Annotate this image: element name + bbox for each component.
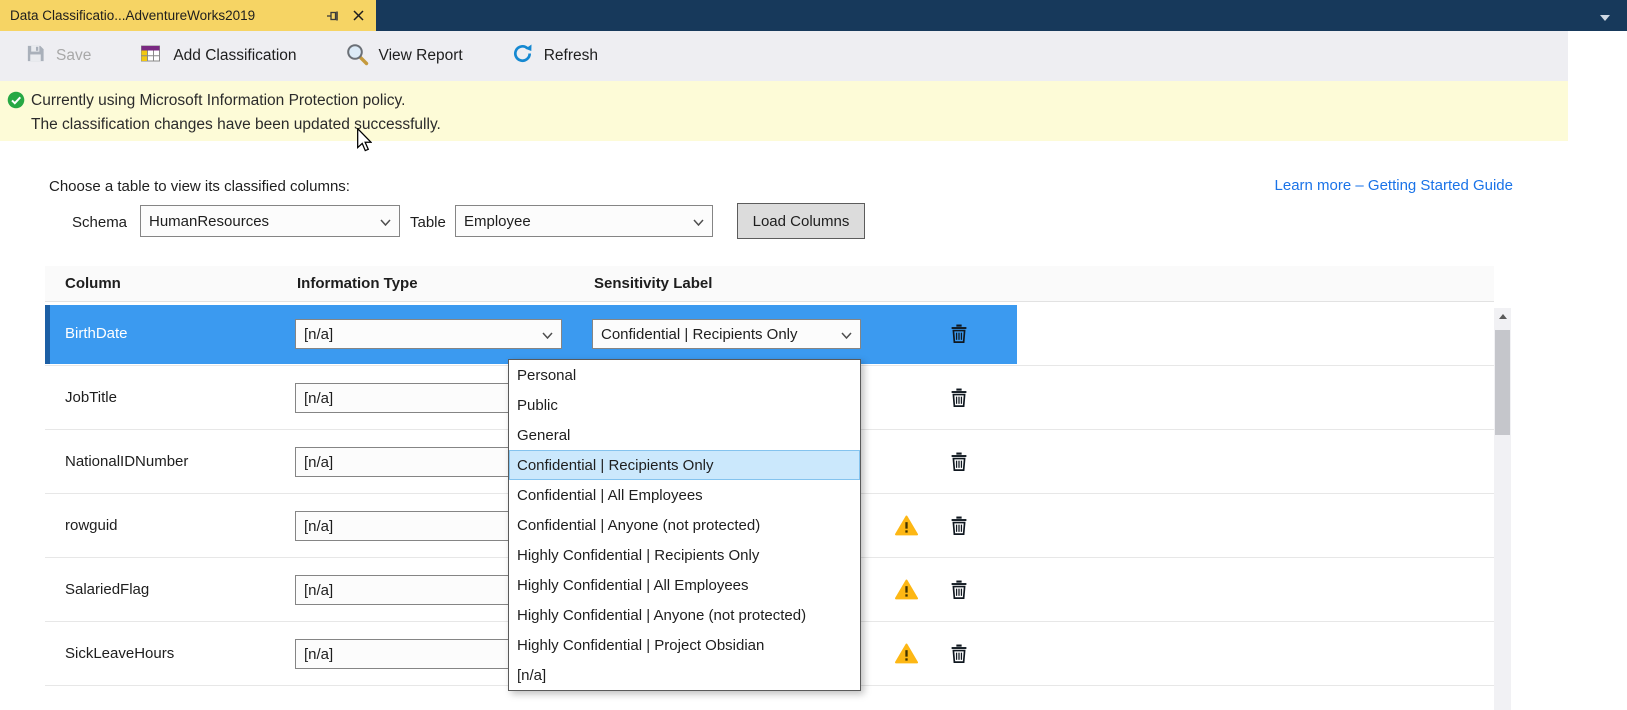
- combo-chevron-icon: [841, 326, 852, 343]
- schema-select[interactable]: HumanResources: [140, 205, 400, 237]
- combo-chevron-icon: [380, 213, 391, 230]
- column-name: rowguid: [65, 494, 118, 557]
- view-report-button[interactable]: View Report: [332, 36, 476, 76]
- table-selected-value: Employee: [464, 213, 531, 230]
- selected-row-accent: [45, 305, 50, 364]
- dropdown-item[interactable]: Public: [509, 390, 860, 420]
- header-information-type: Information Type: [297, 275, 418, 292]
- document-tab-bar: Data Classificatio...AdventureWorks2019: [0, 0, 1627, 31]
- dropdown-item[interactable]: Highly Confidential | Recipients Only: [509, 540, 860, 570]
- document-tab-title: Data Classificatio...AdventureWorks2019: [10, 8, 316, 23]
- pin-icon[interactable]: [325, 8, 341, 24]
- toolbar: Save Add Classification: [0, 31, 1568, 81]
- sensitivity-label-value: Confidential | Recipients Only: [601, 326, 798, 343]
- banner-line-2: The classification changes have been upd…: [31, 113, 441, 137]
- column-name: NationalIDNumber: [65, 430, 188, 493]
- dropdown-item-highlighted[interactable]: Confidential | Recipients Only: [509, 450, 860, 480]
- trash-icon[interactable]: [951, 388, 968, 407]
- column-name: BirthDate: [65, 302, 128, 365]
- add-classification-label: Add Classification: [173, 47, 296, 65]
- save-button[interactable]: Save: [12, 36, 104, 76]
- warning-triangle-icon: [895, 515, 918, 536]
- column-name: SalariedFlag: [65, 558, 149, 621]
- header-column: Column: [65, 275, 121, 292]
- information-type-value: [n/a]: [304, 326, 333, 343]
- add-classification-button[interactable]: Add Classification: [126, 36, 309, 76]
- schema-label: Schema: [72, 214, 127, 231]
- header-sensitivity-label: Sensitivity Label: [594, 275, 712, 292]
- table-select[interactable]: Employee: [455, 205, 713, 237]
- dropdown-item[interactable]: [n/a]: [509, 660, 860, 690]
- information-type-value: [n/a]: [304, 454, 333, 471]
- dropdown-item[interactable]: Personal: [509, 360, 860, 390]
- refresh-icon: [511, 42, 534, 70]
- trash-icon[interactable]: [951, 324, 968, 343]
- warning-triangle-icon: [895, 643, 918, 664]
- save-floppy-icon: [25, 43, 46, 69]
- choose-table-prompt: Choose a table to view its classified co…: [49, 178, 350, 195]
- information-type-select[interactable]: [n/a]: [295, 319, 562, 349]
- combo-chevron-icon: [693, 213, 704, 230]
- information-type-value: [n/a]: [304, 646, 333, 663]
- combo-chevron-icon: [542, 326, 553, 343]
- view-report-magnifier-icon: [345, 42, 369, 71]
- sensitivity-dropdown-list: Personal Public General Confidential | R…: [508, 359, 861, 691]
- grid-vertical-scrollbar[interactable]: [1494, 308, 1511, 710]
- data-classification-window: Data Classificatio...AdventureWorks2019: [0, 0, 1627, 710]
- warning-triangle-icon: [895, 579, 918, 600]
- document-tab[interactable]: Data Classificatio...AdventureWorks2019: [0, 0, 376, 31]
- view-report-label: View Report: [379, 47, 463, 65]
- learn-more-link[interactable]: Learn more – Getting Started Guide: [1275, 177, 1513, 194]
- save-label: Save: [56, 47, 91, 65]
- column-name: SickLeaveHours: [65, 622, 174, 685]
- scrollbar-up-arrow-icon[interactable]: [1494, 308, 1511, 325]
- dropdown-item[interactable]: Highly Confidential | Anyone (not protec…: [509, 600, 860, 630]
- trash-icon[interactable]: [951, 452, 968, 471]
- sensitivity-label-select[interactable]: Confidential | Recipients Only: [592, 319, 861, 349]
- dropdown-item[interactable]: Confidential | Anyone (not protected): [509, 510, 860, 540]
- scrollbar-thumb[interactable]: [1495, 330, 1510, 435]
- success-check-icon: [7, 91, 25, 114]
- information-type-value: [n/a]: [304, 582, 333, 599]
- grid-header-row: Column Information Type Sensitivity Labe…: [45, 266, 1494, 302]
- dropdown-item[interactable]: Highly Confidential | Project Obsidian: [509, 630, 860, 660]
- load-columns-button[interactable]: Load Columns: [737, 203, 865, 239]
- dropdown-item[interactable]: Confidential | All Employees: [509, 480, 860, 510]
- banner-line-1: Currently using Microsoft Information Pr…: [31, 89, 441, 113]
- trash-icon[interactable]: [951, 644, 968, 663]
- information-type-value: [n/a]: [304, 518, 333, 535]
- dropdown-item[interactable]: Highly Confidential | All Employees: [509, 570, 860, 600]
- information-type-value: [n/a]: [304, 390, 333, 407]
- table-label: Table: [410, 214, 446, 231]
- dropdown-item[interactable]: General: [509, 420, 860, 450]
- add-classification-table-icon: [139, 42, 163, 71]
- status-banner: Currently using Microsoft Information Pr…: [0, 81, 1568, 141]
- trash-icon[interactable]: [951, 516, 968, 535]
- column-name: JobTitle: [65, 366, 117, 429]
- refresh-button[interactable]: Refresh: [498, 36, 611, 76]
- tab-list-chevron-icon[interactable]: [1599, 9, 1611, 27]
- trash-icon[interactable]: [951, 580, 968, 599]
- schema-selected-value: HumanResources: [149, 213, 269, 230]
- table-row[interactable]: BirthDate [n/a] Confidential | Recipient…: [45, 302, 1494, 366]
- close-icon[interactable]: [350, 8, 366, 24]
- refresh-label: Refresh: [544, 47, 598, 65]
